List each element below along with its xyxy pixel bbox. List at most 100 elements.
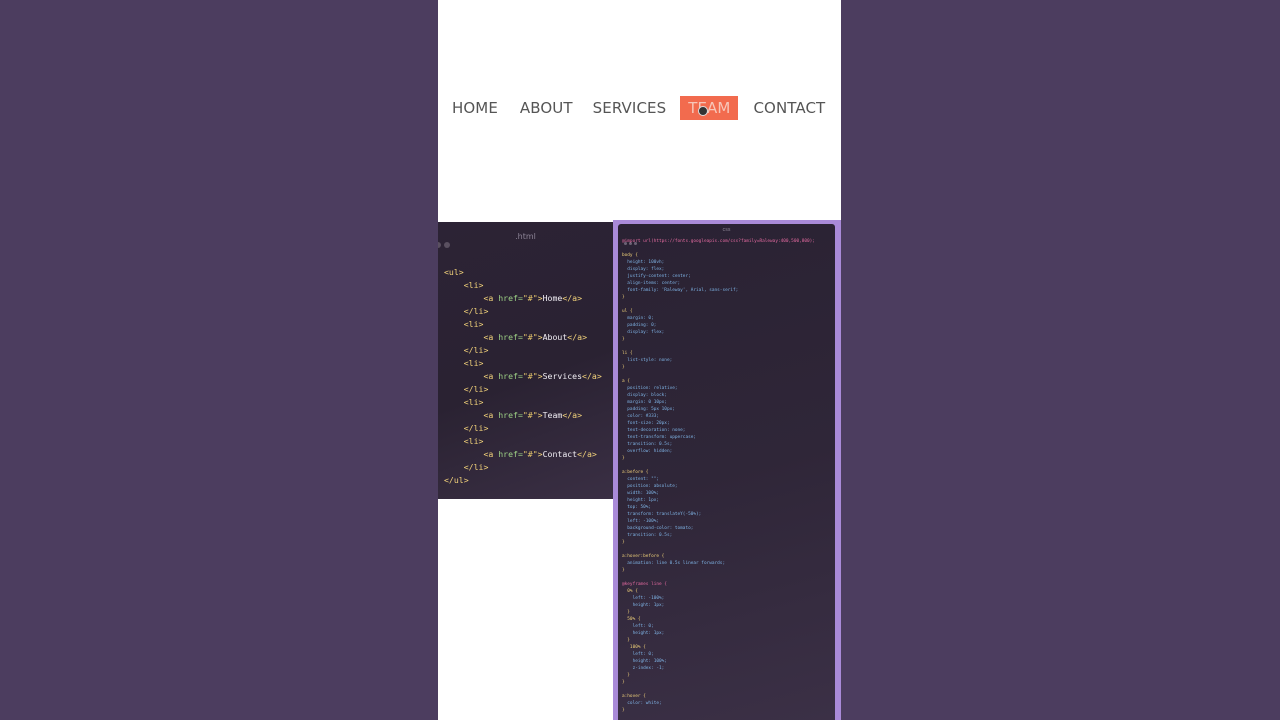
css-code-line: } <box>622 568 625 573</box>
css-code-line: 100% { <box>622 645 646 650</box>
css-code-line: @keyframes line { <box>622 582 667 587</box>
css-code-line: transition: 0.5s; <box>622 442 673 447</box>
css-code-line: z-index: -1; <box>622 666 665 671</box>
css-code-line: transition: 0.5s; <box>622 533 673 538</box>
code-line: <li> <box>463 280 484 290</box>
css-code-line <box>622 343 815 350</box>
css-code-line <box>622 574 815 581</box>
css-code-line: } <box>622 540 625 545</box>
css-code-line: } <box>622 365 625 370</box>
code-line: </ul> <box>444 475 469 485</box>
css-code-line <box>622 462 815 469</box>
css-code-line: ul { <box>622 309 633 314</box>
video-frame: Home About Services Team Contact .html <… <box>438 0 841 720</box>
css-code-line: text-transform: uppercase; <box>622 435 697 440</box>
css-editor-window: css @import url(https://fonts.googleapis… <box>618 224 835 720</box>
css-code-line: height: 1px; <box>622 603 665 608</box>
code-line: <a href="#">About</a> <box>483 332 587 342</box>
html-editor-title: .html <box>515 232 536 241</box>
window-dot-icon[interactable] <box>444 242 450 248</box>
css-code-line: align-items: center; <box>622 281 681 286</box>
css-editor-title: css <box>722 227 731 233</box>
css-code-line: display: block; <box>622 393 667 398</box>
css-code-line: background-color: tomato; <box>622 526 694 531</box>
css-code-line: li { <box>622 351 633 356</box>
code-line: <li> <box>463 397 484 407</box>
css-code-block[interactable]: @import url(https://fonts.googleapis.com… <box>622 238 815 714</box>
css-code-line: left: 0; <box>622 652 654 657</box>
css-code-line: } <box>622 610 630 615</box>
css-code-line: position: absolute; <box>622 484 678 489</box>
css-code-line: top: 50%; <box>622 505 652 510</box>
css-code-line: 50% { <box>622 617 641 622</box>
css-code-line: } <box>622 708 625 713</box>
code-line: <li> <box>463 319 484 329</box>
css-code-line: a:hover { <box>622 694 646 699</box>
code-line: <a href="#">Contact</a> <box>483 449 597 459</box>
css-code-line: } <box>622 337 625 342</box>
css-editor-frame: css @import url(https://fonts.googleapis… <box>613 220 841 720</box>
css-code-line: position: relative; <box>622 386 678 391</box>
css-code-line: body { <box>622 253 638 258</box>
css-code-line: } <box>622 456 625 461</box>
css-code-line: justify-content: center; <box>622 274 691 279</box>
code-line: </li> <box>463 462 489 472</box>
nav-menu: Home About Services Team Contact <box>444 96 833 120</box>
code-line: <a href="#">Team</a> <box>483 410 583 420</box>
css-code-line: a:before { <box>622 470 649 475</box>
css-code-line: height: 1px; <box>622 631 665 636</box>
css-code-line: a:hover:before { <box>622 554 665 559</box>
css-code-line: @import url(https://fonts.googleapis.com… <box>622 239 815 244</box>
css-code-line: padding: 5px 10px; <box>622 407 675 412</box>
html-code-block[interactable]: <ul> <li> <a href="#">Home</a> </li> <li… <box>444 266 602 487</box>
code-line: </li> <box>463 306 489 316</box>
css-code-line: color: #333; <box>622 414 660 419</box>
css-code-line: height: 100vh; <box>622 260 665 265</box>
css-code-line: transform: translateY(-50%); <box>622 512 702 517</box>
code-line: <li> <box>463 436 484 446</box>
css-code-line: } <box>622 680 625 685</box>
code-line: <ul> <box>444 267 464 277</box>
css-code-line: a { <box>622 379 630 384</box>
nav-item: Services <box>585 96 681 120</box>
css-code-line: width: 100%; <box>622 491 660 496</box>
css-code-line <box>622 371 815 378</box>
css-code-line <box>622 245 815 252</box>
css-code-line: left: 0; <box>622 624 654 629</box>
css-code-line: } <box>622 638 630 643</box>
nav-link-services[interactable]: Services <box>585 96 675 120</box>
code-line: <a href="#">Services</a> <box>483 371 602 381</box>
nav-link-about[interactable]: About <box>512 96 581 120</box>
css-code-line <box>622 546 815 553</box>
css-code-line: display: flex; <box>622 330 665 335</box>
nav-link-team[interactable]: Team <box>680 96 739 120</box>
css-code-line: display: flex; <box>622 267 665 272</box>
css-code-line: color: white; <box>622 701 662 706</box>
css-code-line: 0% { <box>622 589 638 594</box>
css-code-line: overflow: hidden; <box>622 449 673 454</box>
css-code-line: animation: line 0.5s linear forwards; <box>622 561 726 566</box>
nav-item: Home <box>444 96 512 120</box>
css-code-line: height: 100%; <box>622 659 667 664</box>
css-code-line: left: -100%; <box>622 596 665 601</box>
mouse-cursor-icon <box>698 106 708 116</box>
css-code-line: text-decoration: none; <box>622 428 686 433</box>
code-line: </li> <box>463 345 489 355</box>
css-code-line: content: ""; <box>622 477 660 482</box>
css-code-line: } <box>622 295 625 300</box>
nav-link-contact[interactable]: Contact <box>745 96 833 120</box>
nav-item: About <box>512 96 585 120</box>
code-line: </li> <box>463 384 489 394</box>
preview-pane: Home About Services Team Contact <box>438 0 841 220</box>
css-code-line: height: 1px; <box>622 498 660 503</box>
css-code-line: left: -100%; <box>622 519 660 524</box>
css-code-line: margin: 0 10px; <box>622 400 667 405</box>
css-code-line: margin: 0; <box>622 316 654 321</box>
window-dot-icon[interactable] <box>438 242 441 248</box>
css-code-line <box>622 686 815 693</box>
nav-link-home[interactable]: Home <box>444 96 506 120</box>
code-line: <li> <box>463 358 484 368</box>
css-code-line: font-family: 'Raleway', Arial, sans-seri… <box>622 288 739 293</box>
code-line: </li> <box>463 423 489 433</box>
code-line: <a href="#">Home</a> <box>483 293 583 303</box>
